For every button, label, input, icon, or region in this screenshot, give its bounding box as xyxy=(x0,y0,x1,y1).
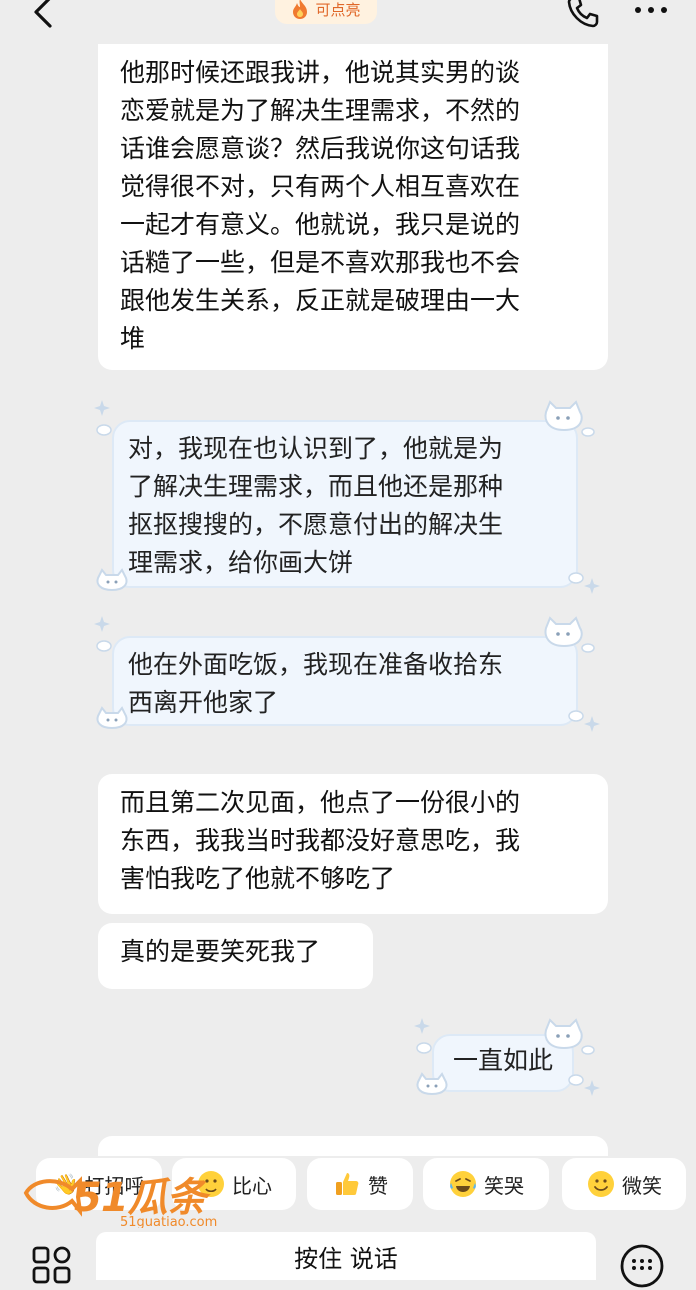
bubble-sparkle-icon xyxy=(94,400,112,436)
message-line: 西离开他家了 xyxy=(128,688,279,717)
decorated-message-bubble[interactable]: 对，我现在也认识到了，他就是为 了解决生理需求，而且他还是那种 抠抠搜搜的，不愿… xyxy=(112,420,578,588)
message-bubble[interactable]: 他那时候还跟我讲，他说其实男的谈 恋爱就是为了解决生理需求，不然的 话谁会愿意谈… xyxy=(98,44,608,370)
message-line: 话糙了一些，但是不喜欢那我也不会 xyxy=(120,248,521,277)
quick-reply-label: 微笑 xyxy=(622,1173,662,1198)
message-line: 他那时候还跟我讲，他说其实男的谈 xyxy=(120,58,521,87)
keyboard-icon[interactable] xyxy=(618,1242,666,1290)
message-bubble-partial xyxy=(98,1136,608,1156)
bubble-sparkle-icon xyxy=(568,572,600,594)
message-line: 东西，我我当时我都没好意思吃，我 xyxy=(120,826,521,855)
quick-reply-label: 笑哭 xyxy=(484,1173,524,1198)
message-line: 真的是要笑死我了 xyxy=(120,937,321,966)
message-line: 对，我现在也认识到了，他就是为 xyxy=(128,434,504,463)
message-line: 抠抠搜搜的，不愿意付出的解决生 xyxy=(128,510,504,539)
hot-label: 可点亮 xyxy=(315,0,361,19)
quick-reply-laugh-cry[interactable]: 笑哭 xyxy=(423,1158,549,1210)
message-line: 而且第二次见面，他点了一份很小的 xyxy=(120,788,521,817)
bubble-cat-icon xyxy=(544,1018,595,1055)
bubble-cat-icon xyxy=(96,706,128,730)
back-arrow-icon[interactable] xyxy=(24,0,64,32)
message-line: 跟他发生关系，反正就是破理由一大 xyxy=(120,286,521,315)
message-line: 他在外面吃饭，我现在准备收拾东 xyxy=(128,650,504,679)
bubble-cat-icon xyxy=(544,400,595,437)
message-line: 一起才有意义。他就说，我只是说的 xyxy=(120,210,521,239)
message-line: 了解决生理需求，而且他还是那种 xyxy=(128,472,504,501)
message-bubble[interactable]: 真的是要笑死我了 xyxy=(98,923,373,989)
message-line: 觉得很不对，只有两个人相互喜欢在 xyxy=(120,172,521,201)
quick-reply-label: 赞 xyxy=(368,1173,388,1198)
bubble-sparkle-icon xyxy=(414,1018,432,1054)
phone-call-icon[interactable] xyxy=(565,0,601,30)
smile-emoji-icon xyxy=(588,1171,614,1197)
message-bubble[interactable]: 而且第二次见面，他点了一份很小的 东西，我我当时我都没好意思吃，我 害怕我吃了他… xyxy=(98,774,608,914)
quick-reply-like[interactable]: 赞 xyxy=(307,1158,413,1210)
bubble-cat-icon xyxy=(416,1072,448,1096)
bubble-cat-icon xyxy=(96,568,128,592)
decorated-message-bubble[interactable]: 他在外面吃饭，我现在准备收拾东 西离开他家了 xyxy=(112,636,578,726)
bubble-sparkle-icon xyxy=(568,710,600,732)
message-line: 害怕我吃了他就不够吃了 xyxy=(120,864,396,893)
message-line: 恋爱就是为了解决生理需求，不然的 xyxy=(120,96,521,125)
watermark-logo: 51瓜条 51guatiao.com xyxy=(22,1163,247,1235)
hold-to-talk-label: 按住 说话 xyxy=(294,1244,398,1273)
laugh-cry-emoji-icon xyxy=(450,1171,476,1197)
fish-logo-icon xyxy=(23,1176,82,1217)
flame-icon xyxy=(293,0,308,19)
quick-reply-smile[interactable]: 微笑 xyxy=(562,1158,686,1210)
thumbs-up-emoji-icon xyxy=(336,1173,359,1195)
bubble-sparkle-icon xyxy=(94,616,112,652)
apps-grid-icon[interactable] xyxy=(30,1244,74,1284)
bubble-sparkle-icon xyxy=(568,1074,600,1096)
message-line: 堆 xyxy=(120,324,146,353)
hot-badge[interactable]: 可点亮 xyxy=(275,0,377,24)
hold-to-talk-button[interactable]: 按住 说话 xyxy=(96,1232,596,1280)
message-line: 话谁会愿意谈？然后我说你这句话我 xyxy=(120,134,521,163)
chat-header: 可点亮 xyxy=(0,0,696,40)
bubble-cat-icon xyxy=(544,616,595,653)
message-line: 理需求，给你画大饼 xyxy=(128,548,354,577)
more-options-icon[interactable] xyxy=(630,0,674,26)
